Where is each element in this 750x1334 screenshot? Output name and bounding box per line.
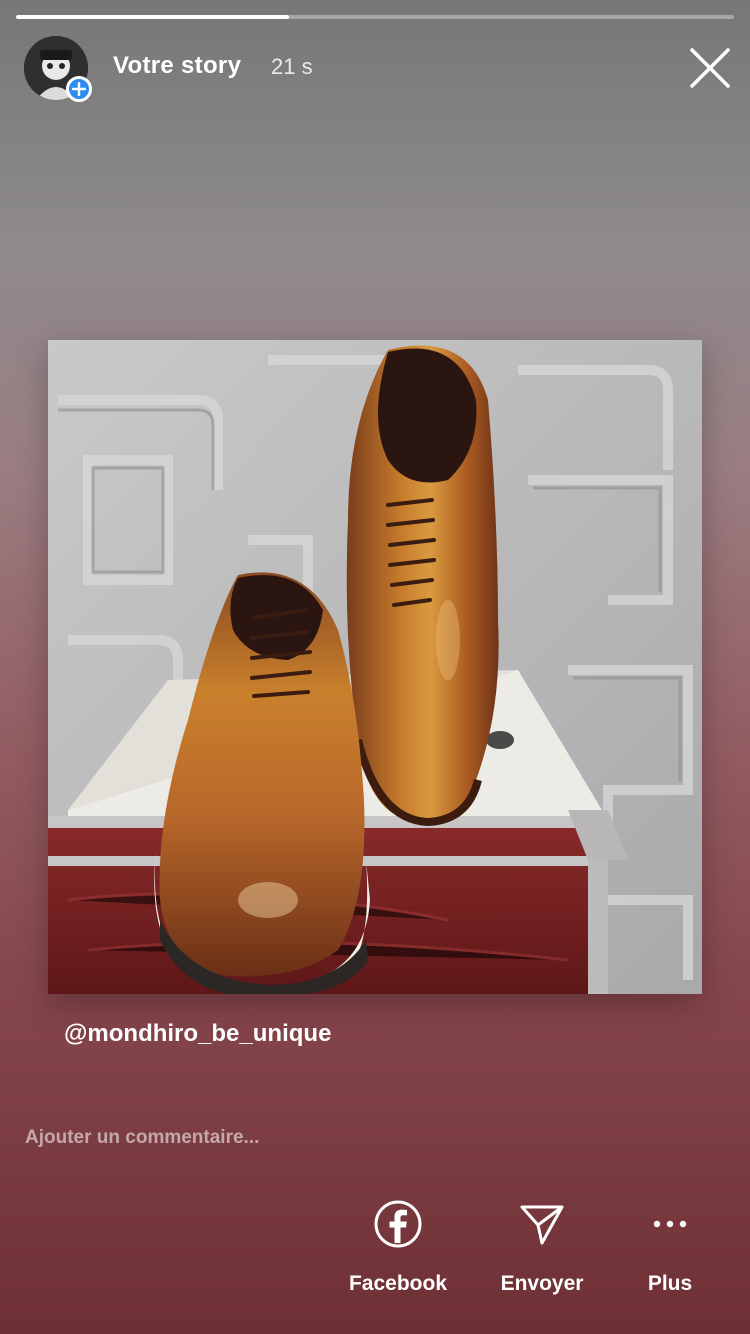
comment-input[interactable]: Ajouter un commentaire... <box>25 1127 259 1149</box>
story-progress-fill <box>16 15 289 19</box>
story-title: Votre story <box>113 52 242 79</box>
close-icon <box>690 48 730 88</box>
story-progress-bar <box>16 15 734 19</box>
more-button[interactable]: Plus <box>626 1196 714 1296</box>
facebook-button[interactable]: Facebook <box>340 1196 456 1296</box>
send-icon <box>520 1205 564 1245</box>
more-label: Plus <box>647 1272 693 1295</box>
story-photo <box>48 340 702 994</box>
facebook-icon <box>374 1200 422 1248</box>
send-button[interactable]: Envoyer <box>486 1196 598 1296</box>
close-button[interactable] <box>686 44 734 92</box>
send-label: Envoyer <box>500 1272 584 1295</box>
facebook-label: Facebook <box>348 1272 448 1295</box>
add-story-icon[interactable] <box>66 76 92 102</box>
mention-sticker[interactable]: @mondhiro_be_unique <box>64 1020 331 1048</box>
more-icon <box>653 1220 687 1228</box>
story-timestamp: 21 s <box>271 54 313 79</box>
